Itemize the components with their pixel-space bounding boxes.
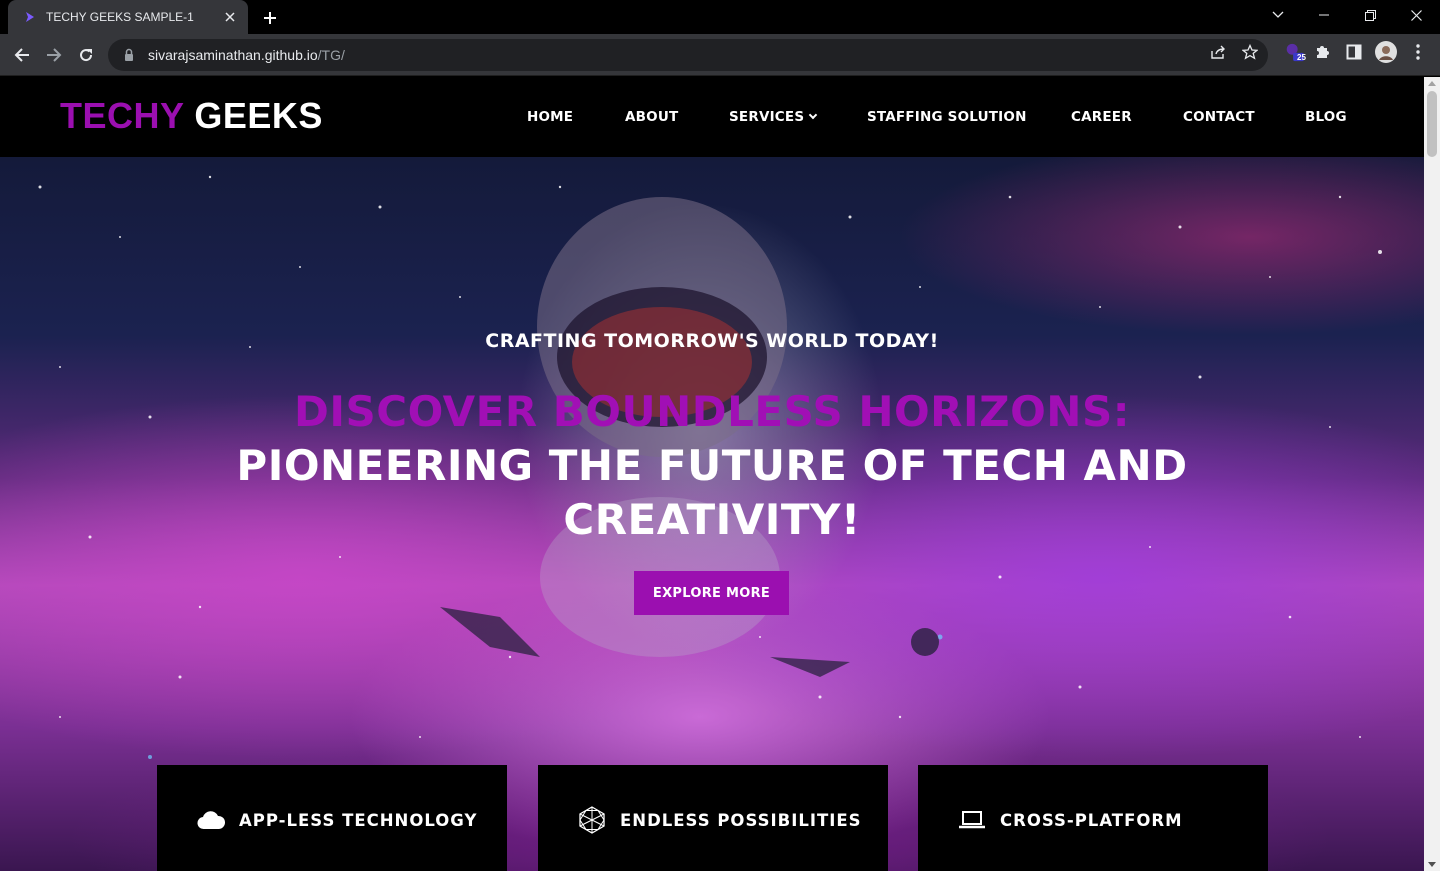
browser-toolbar: sivarajsaminathan.github.io/TG/ 25 — [0, 34, 1440, 76]
nav-staffing-solution[interactable]: STAFFING SOLUTION — [867, 109, 1027, 125]
tab-search-icon[interactable] — [1255, 0, 1301, 30]
nav-contact[interactable]: CONTACT — [1183, 109, 1255, 125]
feature-label: CROSS-PLATFORM — [1000, 810, 1183, 830]
address-bar[interactable]: sivarajsaminathan.github.io/TG/ — [108, 39, 1268, 71]
hero-headline-accent: DISCOVER BOUNDLESS HORIZONS: — [294, 387, 1130, 436]
minimize-icon[interactable] — [1301, 0, 1347, 30]
cloud-icon — [197, 807, 225, 833]
extension-badge-icon[interactable]: 25 — [1284, 42, 1306, 62]
browser-menu-icon[interactable] — [1408, 42, 1428, 62]
back-icon[interactable] — [8, 41, 36, 69]
feature-card-cross-platform[interactable]: CROSS-PLATFORM — [918, 765, 1268, 871]
bookmark-star-icon[interactable] — [1240, 42, 1260, 62]
tab-favicon-icon — [26, 12, 34, 22]
nav-services[interactable]: SERVICES — [729, 109, 818, 125]
page-viewport: TECHY GEEKS HOME ABOUT SERVICES STAFFING… — [0, 77, 1424, 871]
laptop-icon — [958, 807, 986, 833]
chevron-down-icon — [809, 110, 818, 120]
site-header: TECHY GEEKS HOME ABOUT SERVICES STAFFING… — [0, 77, 1424, 157]
feature-label: ENDLESS POSSIBILITIES — [620, 810, 862, 830]
hero-headline-main: PIONEERING THE FUTURE OF TECH AND CREATI… — [236, 441, 1188, 544]
scroll-thumb[interactable] — [1427, 91, 1437, 157]
close-window-icon[interactable] — [1393, 0, 1439, 30]
extensions-puzzle-icon[interactable] — [1312, 42, 1332, 62]
browser-tab[interactable]: TECHY GEEKS SAMPLE-1 — [8, 0, 248, 34]
geodesic-icon — [578, 806, 606, 834]
scroll-down-icon[interactable] — [1428, 862, 1436, 867]
feature-card-endless[interactable]: ENDLESS POSSIBILITIES — [538, 765, 888, 871]
nav-career[interactable]: CAREER — [1071, 109, 1132, 125]
nav-home[interactable]: HOME — [527, 109, 573, 125]
reload-icon[interactable] — [72, 41, 100, 69]
browser-tab-strip: TECHY GEEKS SAMPLE-1 — [0, 0, 1440, 34]
tab-title: TECHY GEEKS SAMPLE-1 — [46, 10, 194, 24]
share-icon[interactable] — [1208, 42, 1228, 62]
new-tab-button[interactable] — [258, 6, 282, 30]
url-text: sivarajsaminathan.github.io/TG/ — [148, 47, 345, 63]
page-scrollbar[interactable] — [1424, 77, 1440, 871]
site-logo[interactable]: TECHY GEEKS — [60, 95, 323, 137]
restore-icon[interactable] — [1347, 0, 1393, 30]
side-panel-icon[interactable] — [1344, 42, 1364, 62]
nav-about[interactable]: ABOUT — [625, 109, 678, 125]
lock-icon — [125, 48, 133, 61]
hero-section: CRAFTING TOMORROW'S WORLD TODAY! DISCOVE… — [0, 157, 1424, 871]
scroll-up-icon[interactable] — [1428, 81, 1436, 86]
extension-badge-count: 25 — [1297, 53, 1306, 62]
profile-avatar[interactable] — [1374, 40, 1398, 64]
explore-more-button[interactable]: EXPLORE MORE — [634, 571, 789, 615]
feature-label: APP-LESS TECHNOLOGY — [239, 810, 478, 830]
feature-card-app-less[interactable]: APP-LESS TECHNOLOGY — [157, 765, 507, 871]
hero-headline: DISCOVER BOUNDLESS HORIZONS: PIONEERING … — [0, 385, 1424, 547]
hero-subtitle: CRAFTING TOMORROW'S WORLD TODAY! — [485, 330, 939, 352]
nav-blog[interactable]: BLOG — [1305, 109, 1347, 125]
tab-close-icon[interactable] — [222, 9, 238, 25]
forward-icon[interactable] — [40, 41, 68, 69]
